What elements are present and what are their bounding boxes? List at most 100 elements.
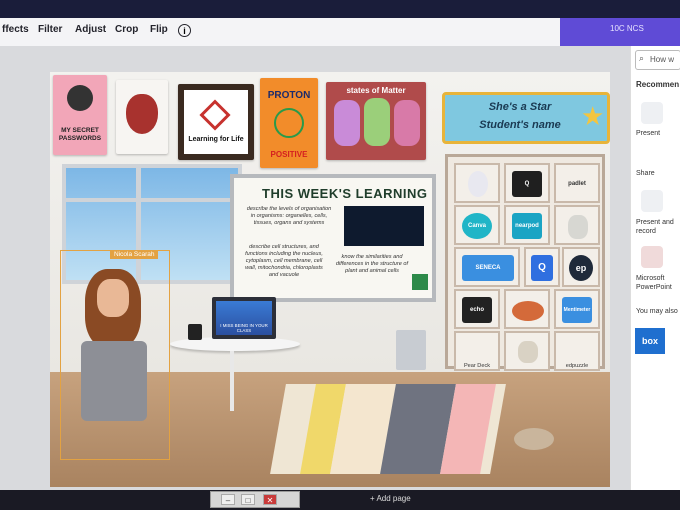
shelf-cell: ep [562, 247, 600, 287]
bitmoji-teacher[interactable] [60, 250, 170, 460]
maximize-button[interactable]: □ [241, 494, 255, 505]
cat-icon [514, 428, 554, 450]
board-point-2: describe cell structures, and functions … [245, 244, 323, 278]
this-weeks-learning-board[interactable]: THIS WEEK'S LEARNING describe the levels… [230, 174, 436, 302]
floor-rug [270, 384, 506, 474]
present-icon[interactable] [641, 102, 663, 124]
plant-icon [568, 215, 588, 239]
also-heading: You may also [636, 308, 678, 315]
seneca-tile[interactable]: SENECA [462, 255, 514, 281]
add-page-button[interactable]: + Add page [370, 494, 411, 503]
echo-tile[interactable]: echo [462, 297, 492, 323]
search-icon: ⌕ [639, 53, 645, 63]
shelf-cell: padlet [554, 163, 600, 203]
share-text[interactable]: 10C NCS [610, 24, 644, 33]
trash-bin-icon [396, 330, 426, 370]
proton-subtitle: POSITIVE [270, 150, 308, 159]
liquid-character-icon [364, 98, 390, 146]
shelf-cell: echo [454, 289, 500, 329]
canva-header: 10C NCS [560, 18, 680, 46]
character-icon [67, 85, 93, 111]
fruit-bowl-icon [512, 301, 544, 321]
window-controls: – □ ✕ [210, 491, 300, 508]
states-of-matter-title: states of Matter [346, 86, 406, 95]
bitmoji-face [97, 279, 129, 317]
nearpod-tile[interactable]: nearpod [512, 213, 542, 239]
bottom-bar [0, 490, 680, 510]
box-icon[interactable]: box [635, 328, 665, 354]
filter-button[interactable]: Filter [38, 24, 62, 35]
atom-icon [274, 108, 304, 138]
classroom-app-icon[interactable] [412, 274, 428, 290]
present-record-label[interactable]: Present and record [636, 218, 678, 236]
learning-for-life-text: Learning for Life [188, 136, 244, 143]
proton-poster[interactable]: PROTON POSITIVE [260, 78, 318, 168]
crop-button[interactable]: Crop [115, 24, 138, 35]
adjust-button[interactable]: Adjust [75, 24, 106, 35]
app-bookshelf: Q padlet Canva nearpod SENECA Q ep echo [445, 154, 605, 371]
canva-tile[interactable]: Canva [462, 213, 492, 239]
minimize-button[interactable]: – [221, 494, 235, 505]
shelf-cell [504, 289, 550, 329]
shelf-cell: Q [504, 163, 550, 203]
heart-icon [126, 94, 158, 134]
skull-icon [518, 341, 538, 363]
edpuzzle-tile[interactable]: edpuzzle [556, 363, 598, 369]
virtual-classroom[interactable]: MY SECRET PASSWORDS Learning for Life PR… [50, 72, 610, 487]
star-student-banner[interactable]: She's a Star Student's name ★ [442, 92, 610, 144]
search-input[interactable]: How w [650, 55, 674, 64]
secret-passwords-poster[interactable]: MY SECRET PASSWORDS [53, 75, 107, 155]
gas-character-icon [394, 100, 420, 146]
cell-image [344, 206, 424, 246]
ep-tile[interactable]: ep [569, 255, 593, 281]
pear-deck-tile[interactable]: Pear Deck [456, 363, 498, 369]
mentimeter-tile[interactable]: Mentimeter [562, 297, 592, 323]
shelf-cell: Pear Deck [454, 331, 500, 371]
padlet-tile[interactable]: padlet [562, 171, 592, 197]
shelf-cell: nearpod [504, 205, 550, 245]
proton-title: PROTON [267, 90, 311, 101]
powerpoint-label[interactable]: Microsoft PowerPoint [636, 274, 678, 292]
table-leg [230, 351, 234, 411]
star-icon: ★ [581, 101, 605, 131]
states-of-matter-poster[interactable]: states of Matter [326, 82, 426, 160]
share-heading: Share [636, 170, 655, 177]
search-box[interactable]: ⌕ How w [635, 50, 680, 70]
star-banner-line1: She's a Star [488, 101, 552, 113]
laptop[interactable]: I MISS BEING IN YOUR CLASS [212, 297, 276, 339]
shelf-cell [554, 205, 600, 245]
shelf-cell: edpuzzle [554, 331, 600, 371]
canva-side-panel: ⌕ How w Recommen Present Share Present a… [630, 46, 680, 510]
solid-character-icon [334, 100, 360, 146]
browser-top-bar [0, 0, 680, 18]
flip-button[interactable]: Flip [150, 24, 168, 35]
present-record-icon[interactable] [641, 190, 663, 212]
shelf-cell: Mentimeter [554, 289, 600, 329]
close-button[interactable]: ✕ [263, 494, 277, 505]
secret-passwords-text: MY SECRET PASSWORDS [58, 127, 102, 142]
learning-for-life-poster[interactable]: Learning for Life [178, 84, 254, 160]
shelf-cell [454, 163, 500, 203]
laptop-screen-text: I MISS BEING IN YOUR CLASS [220, 323, 268, 333]
shelf-cell: SENECA [454, 247, 520, 287]
heart-poster[interactable] [116, 80, 168, 154]
present-label[interactable]: Present [636, 130, 660, 137]
quizizz-tile[interactable]: Q [531, 255, 553, 281]
board-point-1: describe the levels of organisation in o… [246, 206, 332, 226]
diamond-logo-icon [199, 99, 231, 131]
bitmoji-body [81, 341, 147, 421]
mug-icon [188, 324, 202, 340]
powerpoint-icon[interactable] [641, 246, 663, 268]
recommended-heading: Recommen [636, 80, 680, 89]
bitmoji-name-tag: Nicola Scarah [110, 250, 159, 259]
effects-button[interactable]: ffects [2, 24, 29, 35]
star-banner-line2: Student's name [479, 119, 561, 131]
shell-icon [468, 171, 488, 197]
shelf-cell: Canva [454, 205, 500, 245]
board-title: THIS WEEK'S LEARNING [262, 186, 428, 201]
board-point-3: know the similarities and differences in… [335, 254, 409, 274]
shelf-cell: Q [524, 247, 560, 287]
quizlet-tile[interactable]: Q [512, 171, 542, 197]
info-icon[interactable]: i [178, 24, 191, 37]
shelf-cell [504, 331, 550, 371]
